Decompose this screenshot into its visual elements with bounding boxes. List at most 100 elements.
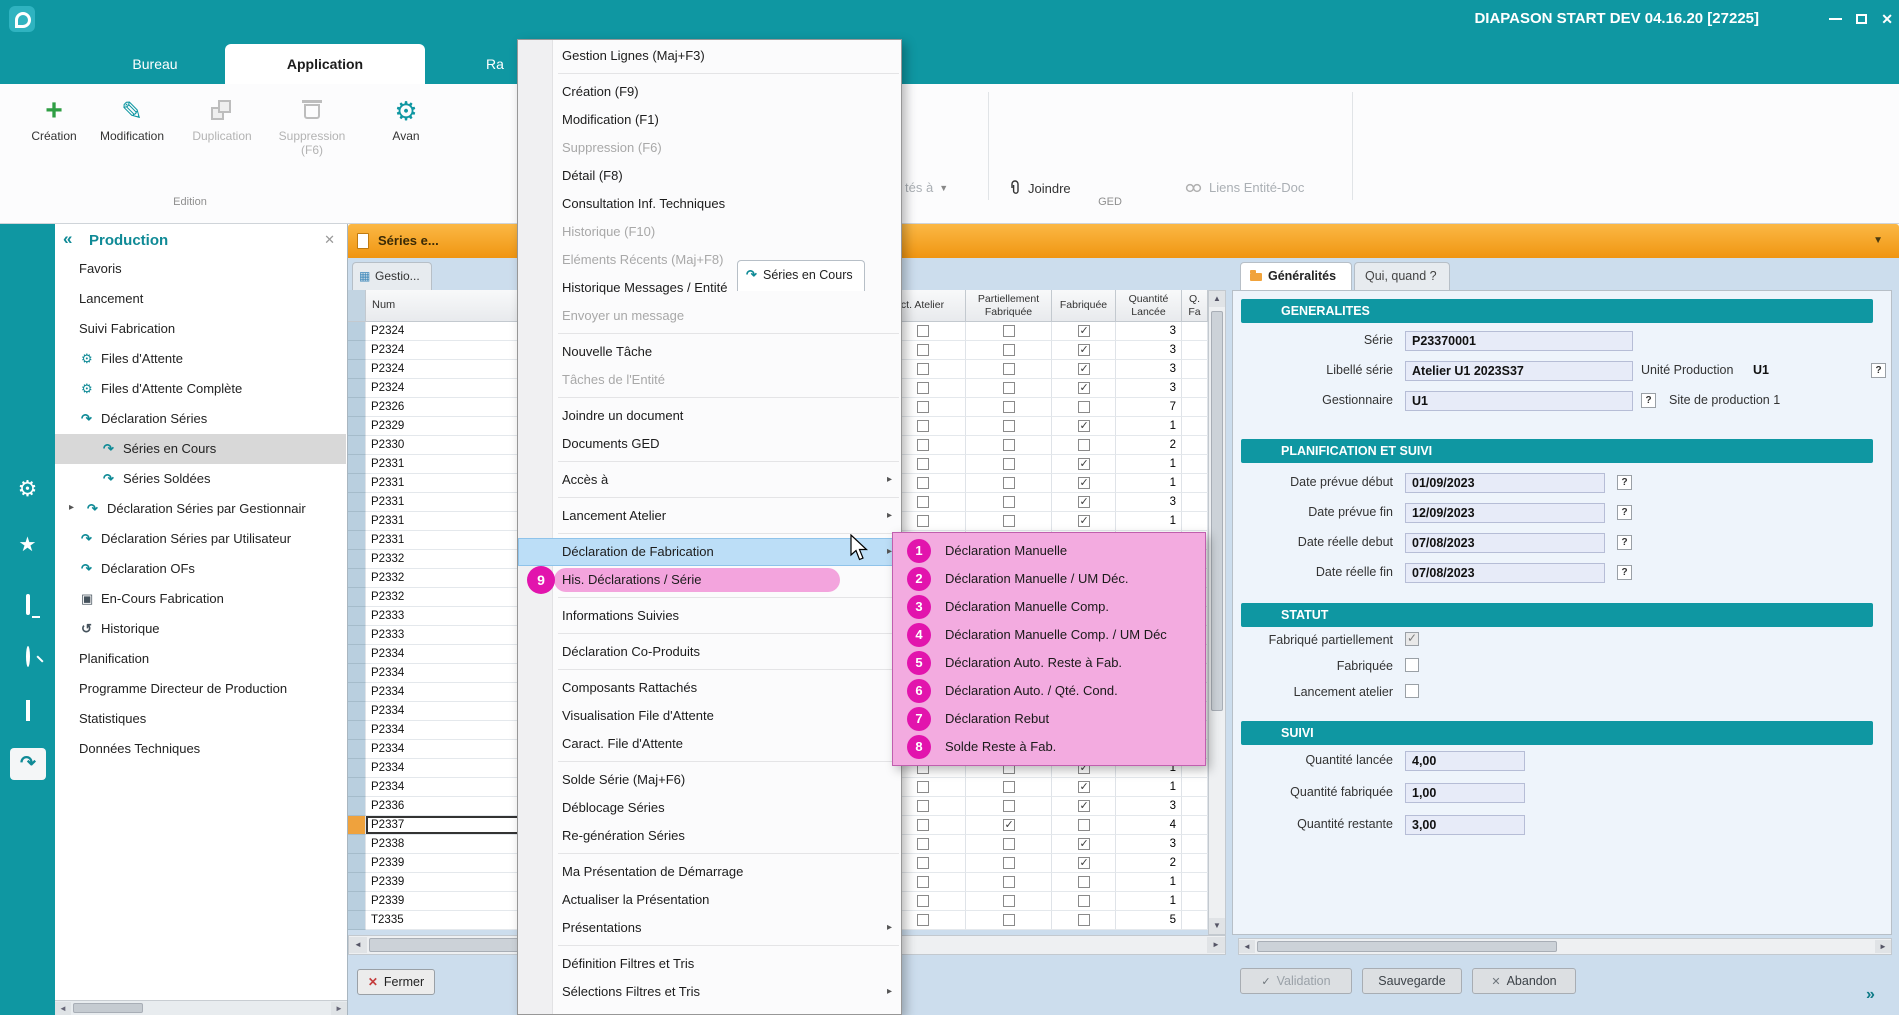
row-header-cell[interactable] <box>348 569 366 588</box>
part-checkbox[interactable] <box>1003 876 1015 888</box>
atelier-checkbox[interactable] <box>917 781 929 793</box>
help-button[interactable]: ? <box>1617 565 1632 580</box>
data-grid-icon[interactable] <box>0 702 55 720</box>
modification-button[interactable]: ✎ Modification <box>92 92 172 144</box>
tab-bureau[interactable]: Bureau <box>85 44 225 84</box>
row-header-cell[interactable] <box>348 816 366 835</box>
fab-checkbox[interactable] <box>1078 477 1090 489</box>
menu-item-gestion-lignes-maj-f3[interactable]: Gestion Lignes (Maj+F3) <box>518 42 901 70</box>
fab-checkbox[interactable] <box>1078 401 1090 413</box>
part-checkbox[interactable] <box>1003 819 1015 831</box>
scroll-down-icon[interactable]: ▼ <box>1209 918 1225 934</box>
row-header-cell[interactable] <box>348 778 366 797</box>
date-field[interactable]: 12/09/2023 <box>1405 503 1605 523</box>
scroll-left-icon[interactable]: ◄ <box>1239 940 1255 953</box>
scroll-up-icon[interactable]: ▲ <box>1209 291 1225 307</box>
favorites-star-icon[interactable]: ★ <box>0 532 55 557</box>
sidebar-item-statistiques[interactable]: Statistiques <box>55 704 346 734</box>
atelier-checkbox[interactable] <box>917 382 929 394</box>
row-header-cell[interactable] <box>348 892 366 911</box>
row-header-cell[interactable] <box>348 702 366 721</box>
help-button[interactable]: ? <box>1871 363 1886 378</box>
submenu-item-declaration-auto-qte-cond[interactable]: 6Déclaration Auto. / Qté. Cond. <box>893 677 1205 705</box>
menu-item-presentations[interactable]: Présentations▸ <box>518 914 901 942</box>
sidebar-item-en-cours-fabrication[interactable]: ▣En-Cours Fabrication <box>55 584 346 614</box>
part-checkbox[interactable] <box>1003 420 1015 432</box>
row-header-cell[interactable] <box>348 550 366 569</box>
row-header-cell[interactable] <box>348 493 366 512</box>
submenu-item-declaration-manuelle-um-dec[interactable]: 2Déclaration Manuelle / UM Déc. <box>893 565 1205 593</box>
help-button[interactable]: ? <box>1617 535 1632 550</box>
tab-qui-quand[interactable]: Qui, quand ? <box>1354 262 1450 290</box>
fab-checkbox[interactable] <box>1078 458 1090 470</box>
atelier-checkbox[interactable] <box>917 401 929 413</box>
menu-item-deblocage-series[interactable]: Déblocage Séries <box>518 794 901 822</box>
menu-item-definition-filtres-et-tris[interactable]: Définition Filtres et Tris <box>518 950 901 978</box>
row-header-cell[interactable] <box>348 607 366 626</box>
fab-checkbox[interactable] <box>1078 363 1090 375</box>
part-checkbox[interactable] <box>1003 781 1015 793</box>
menu-item-solde-serie-maj-f6[interactable]: Solde Série (Maj+F6) <box>518 766 901 794</box>
sidebar-item-series-en-cours[interactable]: ↷Séries en Cours <box>55 434 346 464</box>
row-header-cell[interactable] <box>348 645 366 664</box>
row-header-cell[interactable] <box>348 626 366 645</box>
avance-button[interactable]: ⚙ Avan <box>366 92 446 144</box>
col-header-partiellement[interactable]: PartiellementFabriquée <box>966 290 1052 322</box>
part-checkbox[interactable] <box>1003 496 1015 508</box>
row-header-cell[interactable] <box>348 398 366 417</box>
menu-item-detail-f8[interactable]: Détail (F8) <box>518 162 901 190</box>
expand-icon[interactable]: ▸ <box>69 502 74 513</box>
close-sidebar-icon[interactable]: ✕ <box>324 232 335 248</box>
libelle-field[interactable]: Atelier U1 2023S37 <box>1405 361 1633 381</box>
desktop-icon[interactable] <box>0 596 55 614</box>
collapse-sidebar-icon[interactable]: « <box>63 229 72 249</box>
help-button[interactable]: ? <box>1641 393 1656 408</box>
menu-item-consultation-inf-techniques[interactable]: Consultation Inf. Techniques <box>518 190 901 218</box>
row-header-cell[interactable] <box>348 360 366 379</box>
atelier-checkbox[interactable] <box>917 800 929 812</box>
col-header-fabriquee[interactable]: Fabriquée <box>1052 290 1116 322</box>
row-header-cell[interactable] <box>348 759 366 778</box>
atelier-checkbox[interactable] <box>917 838 929 850</box>
tab-gestion[interactable]: ▦ Gestio... <box>352 262 432 290</box>
part-checkbox[interactable] <box>1003 382 1015 394</box>
fab-checkbox[interactable] <box>1078 344 1090 356</box>
scroll-left-icon[interactable]: ◄ <box>55 1002 71 1015</box>
sidebar-item-series-soldees[interactable]: ↷Séries Soldées <box>55 464 346 494</box>
production-module-icon[interactable]: ↷ <box>10 748 46 780</box>
sidebar-item-donnees-techniques[interactable]: Données Techniques <box>55 734 346 764</box>
fab-checkbox[interactable] <box>1078 420 1090 432</box>
qty-field[interactable]: 4,00 <box>1405 751 1525 771</box>
fab-checkbox[interactable] <box>1078 857 1090 869</box>
status-checkbox[interactable] <box>1405 658 1419 672</box>
validation-button[interactable]: ✓ Validation <box>1240 968 1352 994</box>
row-header-cell[interactable] <box>348 911 366 930</box>
row-header-cell[interactable] <box>348 835 366 854</box>
sidebar-item-declaration-series-par-utilisateur[interactable]: ↷Déclaration Séries par Utilisateur <box>55 524 346 554</box>
part-checkbox[interactable] <box>1003 914 1015 926</box>
fab-checkbox[interactable] <box>1078 876 1090 888</box>
fab-checkbox[interactable] <box>1078 515 1090 527</box>
menu-item-ma-presentation-de-demarrage[interactable]: Ma Présentation de Démarrage <box>518 858 901 886</box>
atelier-checkbox[interactable] <box>917 857 929 869</box>
table-corner-cell[interactable] <box>348 290 366 322</box>
menu-item-declaration-de-fabrication[interactable]: Déclaration de Fabrication▸ <box>518 538 901 566</box>
fab-checkbox[interactable] <box>1078 325 1090 337</box>
sidebar-item-files-d-attente[interactable]: ⚙Files d'Attente <box>55 344 346 374</box>
scroll-thumb[interactable] <box>1211 311 1223 711</box>
col-header-quantite-fabriquee[interactable]: Q.Fa <box>1182 290 1208 322</box>
sidebar-item-declaration-series-par-gestionnair[interactable]: ▸↷Déclaration Séries par Gestionnair <box>55 494 346 524</box>
scroll-right-icon[interactable]: ► <box>331 1002 347 1015</box>
menu-item-historique-f10[interactable]: Historique (F10) <box>518 218 901 246</box>
joindre-button[interactable]: Joindre <box>1008 180 1071 196</box>
atelier-checkbox[interactable] <box>917 344 929 356</box>
sidebar-item-programme-directeur-de-production[interactable]: Programme Directeur de Production <box>55 674 346 704</box>
row-header-cell[interactable] <box>348 664 366 683</box>
menu-item-modification-f1[interactable]: Modification (F1) <box>518 106 901 134</box>
atelier-checkbox[interactable] <box>917 819 929 831</box>
menu-item-visualisation-file-d-attente[interactable]: Visualisation File d'Attente <box>518 702 901 730</box>
part-checkbox[interactable] <box>1003 344 1015 356</box>
menu-item-suppression-f6[interactable]: Suppression (F6) <box>518 134 901 162</box>
menu-item-his-declarations-serie[interactable]: 9His. Déclarations / Série <box>518 566 901 594</box>
help-button[interactable]: ? <box>1617 475 1632 490</box>
